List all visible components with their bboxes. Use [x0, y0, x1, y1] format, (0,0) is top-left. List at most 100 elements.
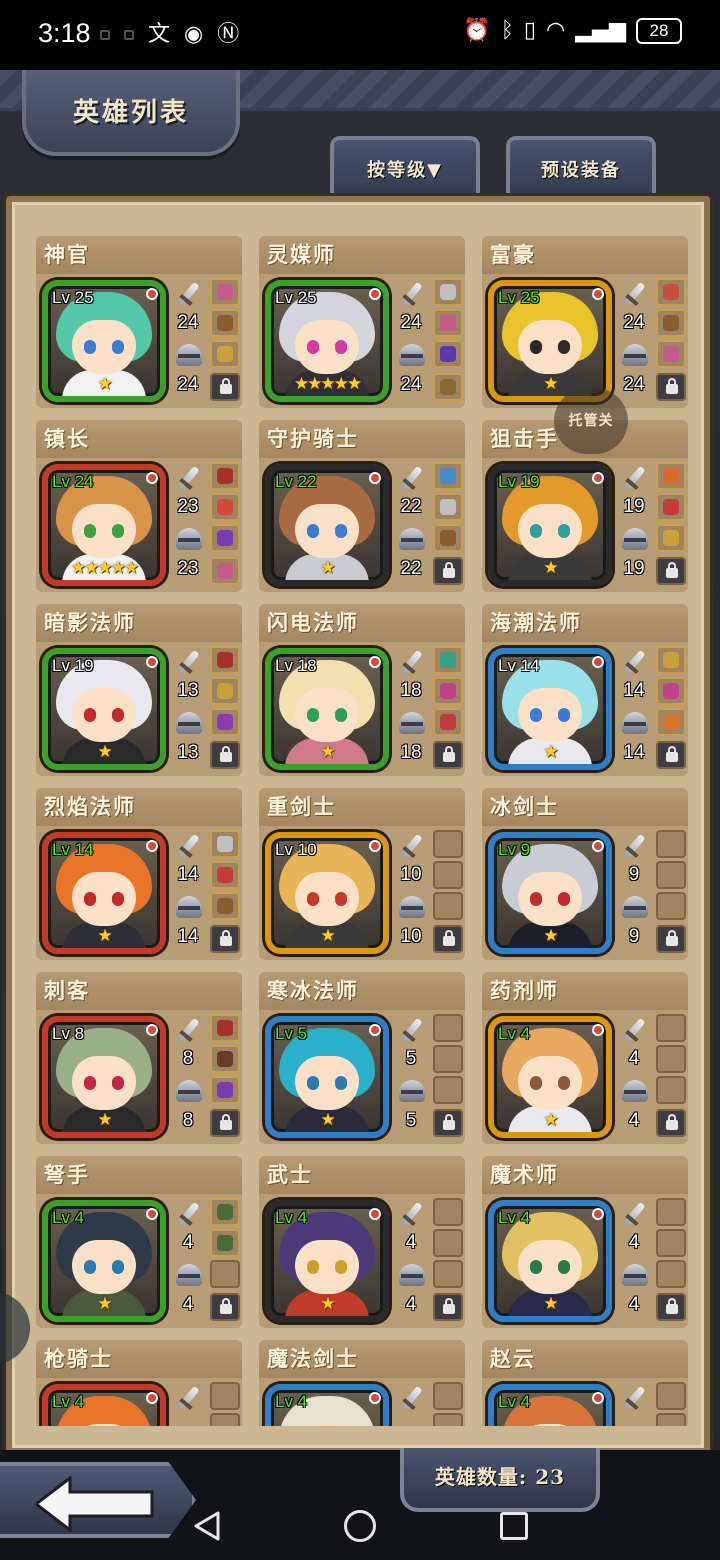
equipment-item-icon[interactable] [433, 524, 463, 552]
empty-equipment-slot[interactable] [656, 892, 686, 920]
equipment-item-icon[interactable] [433, 677, 463, 705]
lock-icon[interactable] [656, 373, 686, 401]
lock-icon[interactable] [656, 1293, 686, 1321]
empty-equipment-slot[interactable] [656, 1198, 686, 1226]
hero-card[interactable]: 暗影法师 Lv 19 ★ 13 13 [36, 604, 242, 776]
equipment-item-icon[interactable] [210, 309, 240, 337]
hero-card[interactable]: 神官 Lv 25 ★ 24 24 [36, 236, 242, 408]
hero-card[interactable]: 刺客 Lv 8 ★ 8 8 [36, 972, 242, 1144]
hero-card[interactable]: 守护骑士 Lv 22 ★ 22 22 [259, 420, 465, 592]
empty-equipment-slot[interactable] [433, 892, 463, 920]
hero-card[interactable]: 魔术师 Lv 4 ★ 4 4 [482, 1156, 688, 1328]
sort-by-level-tab[interactable]: 按等级▼ [330, 136, 480, 198]
equipment-item-icon[interactable] [433, 309, 463, 337]
equipment-item-icon[interactable] [656, 462, 686, 490]
hero-card[interactable]: 武士 Lv 4 ★ 4 4 [259, 1156, 465, 1328]
lock-icon[interactable] [433, 925, 463, 953]
hero-card[interactable]: 镇长 Lv 24 ★★★★★ 23 23 [36, 420, 242, 592]
hero-portrait[interactable]: Lv 25 ★★★★★ [265, 280, 389, 402]
empty-equipment-slot[interactable] [433, 861, 463, 889]
lock-icon[interactable] [433, 1109, 463, 1137]
lock-icon[interactable] [656, 557, 686, 585]
empty-equipment-slot[interactable] [656, 861, 686, 889]
hero-card[interactable]: 魔法剑士 Lv 4 [259, 1340, 465, 1426]
empty-equipment-slot[interactable] [656, 1045, 686, 1073]
hero-card[interactable]: 闪电法师 Lv 18 ★ 18 18 [259, 604, 465, 776]
lock-icon[interactable] [210, 925, 240, 953]
equipment-item-icon[interactable] [656, 646, 686, 674]
equipment-item-icon[interactable] [656, 708, 686, 736]
equipment-item-icon[interactable] [210, 462, 240, 490]
lock-icon[interactable] [433, 557, 463, 585]
lock-icon[interactable] [210, 1109, 240, 1137]
equipment-item-icon[interactable] [210, 340, 240, 368]
equipment-item-icon[interactable] [210, 1045, 240, 1073]
hero-portrait[interactable]: Lv 9 ★ [488, 832, 612, 954]
hero-portrait[interactable]: Lv 4 ★ [265, 1200, 389, 1322]
equipment-item-icon[interactable] [210, 861, 240, 889]
preset-equipment-tab[interactable]: 预设装备 [506, 136, 656, 198]
equipment-item-icon[interactable] [433, 462, 463, 490]
empty-equipment-slot[interactable] [433, 1229, 463, 1257]
hero-portrait[interactable]: Lv 19 ★ [42, 648, 166, 770]
hero-card[interactable]: 灵媒师 Lv 25 ★★★★★ 24 24 [259, 236, 465, 408]
nav-recents-button[interactable] [494, 1506, 534, 1546]
hero-portrait[interactable]: Lv 14 ★ [42, 832, 166, 954]
equipment-item-icon[interactable] [210, 708, 240, 736]
hero-card[interactable]: 富豪 Lv 25 ★ 24 24 [482, 236, 688, 408]
hero-portrait[interactable]: Lv 4 ★ [488, 1200, 612, 1322]
lock-icon[interactable] [656, 1109, 686, 1137]
lock-icon[interactable] [433, 741, 463, 769]
empty-equipment-slot[interactable] [433, 1198, 463, 1226]
empty-equipment-slot[interactable] [433, 830, 463, 858]
equipment-item-icon[interactable] [210, 1014, 240, 1042]
equipment-item-icon[interactable] [210, 677, 240, 705]
hero-portrait[interactable]: Lv 22 ★ [265, 464, 389, 586]
equipment-item-icon[interactable] [210, 1198, 240, 1226]
hero-card[interactable]: 重剑士 Lv 10 ★ 10 10 [259, 788, 465, 960]
equipment-item-icon[interactable] [656, 309, 686, 337]
lock-icon[interactable] [210, 1293, 240, 1321]
hero-card[interactable]: 海潮法师 Lv 14 ★ 14 14 [482, 604, 688, 776]
hero-portrait[interactable]: Lv 8 ★ [42, 1016, 166, 1138]
hero-portrait[interactable]: Lv 14 ★ [488, 648, 612, 770]
auto-manage-toggle[interactable]: 托管关 [554, 388, 628, 454]
hero-portrait[interactable]: Lv 4 [488, 1384, 612, 1426]
lock-icon[interactable] [433, 1293, 463, 1321]
empty-equipment-slot[interactable] [656, 1260, 686, 1288]
hero-card[interactable]: 烈焰法师 Lv 14 ★ 14 14 [36, 788, 242, 960]
equipment-item-icon[interactable] [656, 278, 686, 306]
hero-portrait[interactable]: Lv 25 ★ [42, 280, 166, 402]
equipment-item-icon[interactable] [433, 646, 463, 674]
empty-equipment-slot[interactable] [656, 830, 686, 858]
equipment-item-icon[interactable] [210, 1229, 240, 1257]
equipment-item-icon[interactable] [433, 373, 463, 401]
hero-portrait[interactable]: Lv 18 ★ [265, 648, 389, 770]
lock-icon[interactable] [210, 373, 240, 401]
nav-back-button[interactable] [186, 1506, 226, 1546]
empty-equipment-slot[interactable] [433, 1014, 463, 1042]
equipment-item-icon[interactable] [656, 524, 686, 552]
empty-equipment-slot[interactable] [656, 1014, 686, 1042]
hero-card[interactable]: 弩手 Lv 4 ★ 4 4 [36, 1156, 242, 1328]
equipment-item-icon[interactable] [210, 646, 240, 674]
hero-portrait[interactable]: Lv 4 ★ [42, 1200, 166, 1322]
equipment-item-icon[interactable] [433, 278, 463, 306]
equipment-item-icon[interactable] [210, 278, 240, 306]
empty-equipment-slot[interactable] [656, 1382, 686, 1410]
empty-equipment-slot[interactable] [210, 1260, 240, 1288]
equipment-item-icon[interactable] [210, 1076, 240, 1104]
empty-equipment-slot[interactable] [433, 1045, 463, 1073]
hero-portrait[interactable]: Lv 5 ★ [265, 1016, 389, 1138]
hero-card[interactable]: 药剂师 Lv 4 ★ 4 4 [482, 972, 688, 1144]
equipment-item-icon[interactable] [210, 493, 240, 521]
lock-icon[interactable] [210, 741, 240, 769]
equipment-item-icon[interactable] [433, 493, 463, 521]
hero-portrait[interactable]: Lv 24 ★★★★★ [42, 464, 166, 586]
hero-card[interactable]: 枪骑士 Lv 4 [36, 1340, 242, 1426]
equipment-item-icon[interactable] [210, 524, 240, 552]
hero-card[interactable]: 冰剑士 Lv 9 ★ 9 9 [482, 788, 688, 960]
nav-home-button[interactable] [340, 1506, 380, 1546]
hero-card[interactable]: 赵云 Lv 4 [482, 1340, 688, 1426]
hero-card[interactable]: 寒冰法师 Lv 5 ★ 5 5 [259, 972, 465, 1144]
